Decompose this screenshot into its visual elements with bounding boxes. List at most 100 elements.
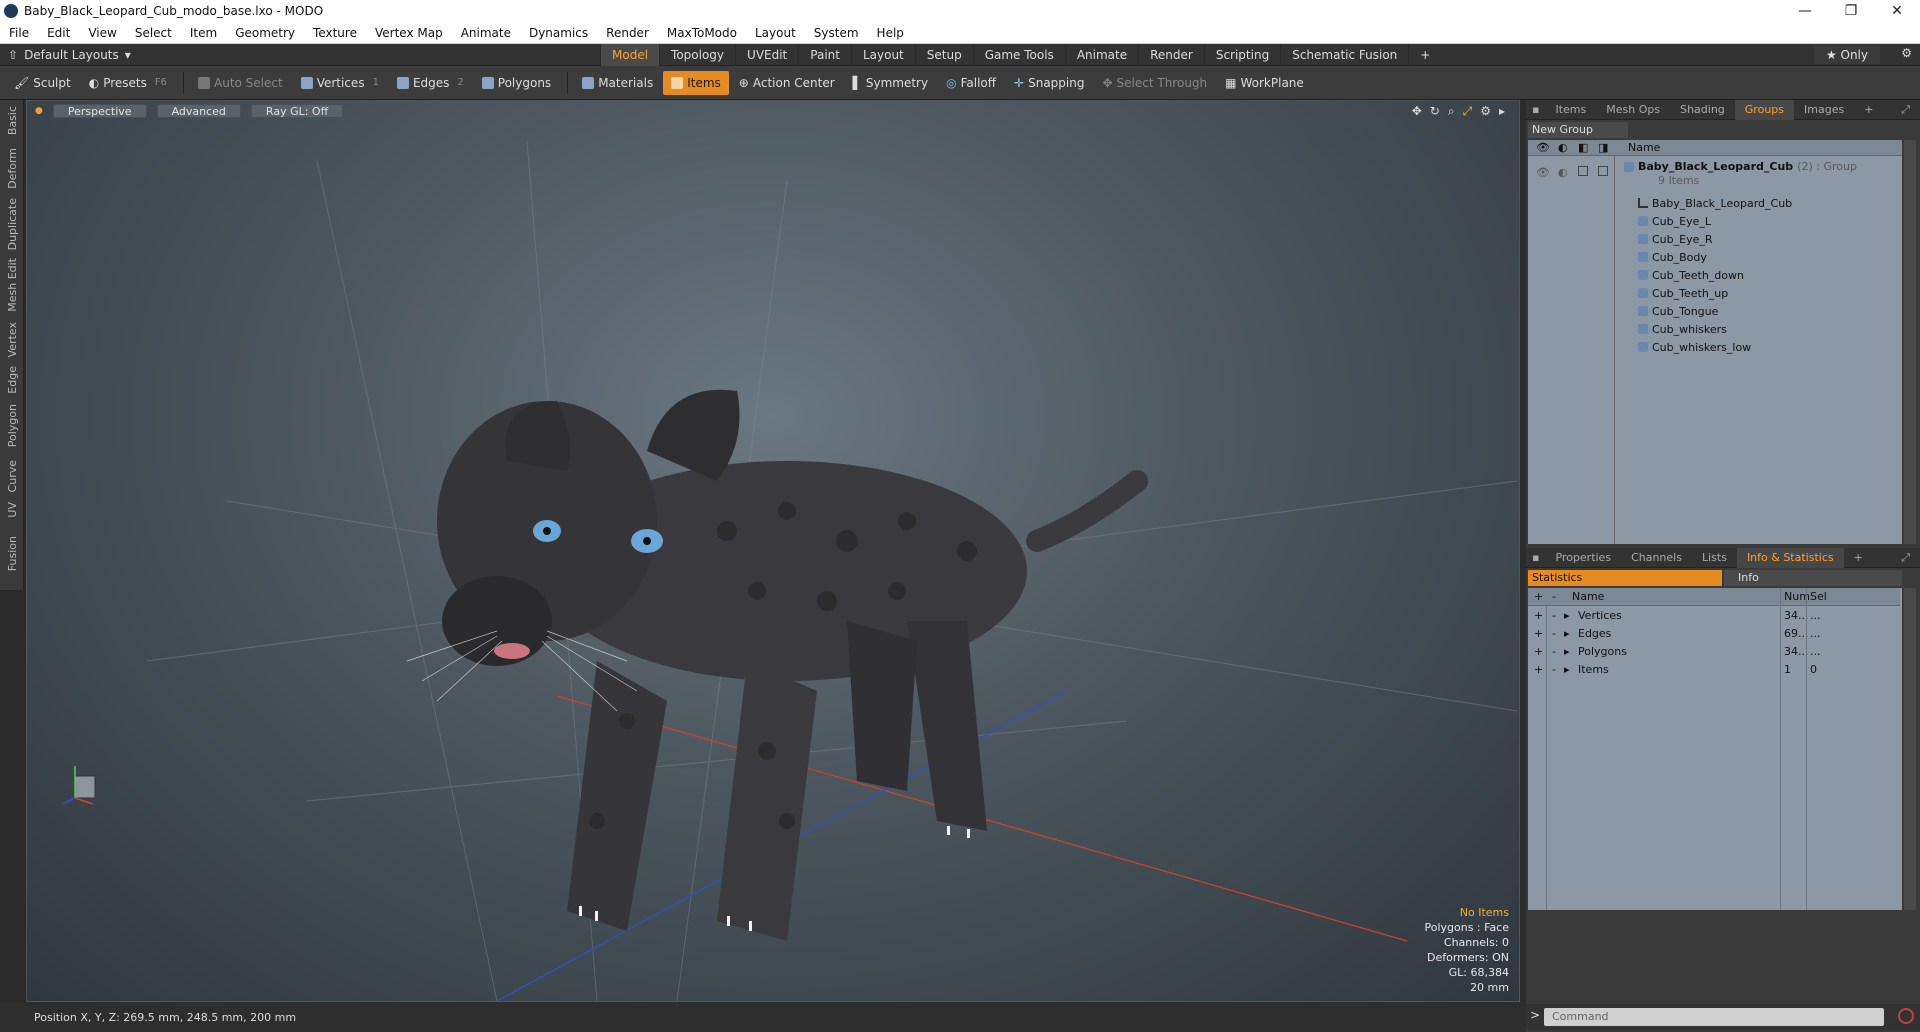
tab-paint[interactable]: Paint [798, 44, 851, 66]
vtab-deform[interactable]: Deform [0, 148, 24, 189]
materials-button[interactable]: Materials [574, 71, 661, 95]
snapping-button[interactable]: ✛ Snapping [1006, 71, 1092, 95]
menu-animate[interactable]: Animate [452, 26, 520, 40]
leopard-cub-model[interactable] [406, 389, 1148, 941]
menu-help[interactable]: Help [868, 26, 913, 40]
expand-panel-icon[interactable]: ⤢ [1891, 100, 1920, 120]
items-button[interactable]: Items [663, 70, 729, 95]
vtab-edge[interactable]: Edge [0, 366, 24, 394]
list-item[interactable]: Cub_whiskers [1638, 320, 1727, 338]
expand-arrow-icon[interactable]: ▸ [1564, 645, 1570, 658]
new-group-button[interactable]: New Group [1528, 122, 1628, 138]
menu-file[interactable]: File [0, 26, 38, 40]
expand-all-icon[interactable]: + [1534, 590, 1543, 603]
tab-model[interactable]: Model [600, 44, 660, 66]
vtab-fusion[interactable]: Fusion [0, 536, 24, 571]
group-lock-icon[interactable]: ◐ [1558, 166, 1568, 179]
only-toggle[interactable]: ★ Only [1813, 45, 1880, 64]
remove-icon[interactable]: - [1552, 609, 1556, 622]
tab-layout[interactable]: Layout [850, 44, 915, 66]
list-item[interactable]: Baby_Black_Leopard_Cub [1638, 194, 1792, 212]
expand-arrow-icon[interactable]: ▸ [1564, 663, 1570, 676]
expand-arrow-icon[interactable]: ▸ [1564, 609, 1570, 622]
vtab-uv[interactable]: UV [0, 502, 24, 518]
add-icon[interactable]: + [1534, 645, 1543, 658]
tab-topology[interactable]: Topology [659, 44, 735, 66]
list-item[interactable]: Cub_Teeth_up [1638, 284, 1728, 302]
table-row[interactable]: + - ▸ Edges 69... ... [1528, 624, 1900, 642]
presets-button[interactable]: ◐ Presets F6 [81, 71, 175, 95]
collapse-all-icon[interactable]: - [1552, 590, 1556, 603]
menu-geometry[interactable]: Geometry [226, 26, 304, 40]
add-icon[interactable]: + [1534, 627, 1543, 640]
menu-dynamics[interactable]: Dynamics [520, 26, 597, 40]
group-select-checkbox[interactable] [1578, 166, 1588, 176]
menu-system[interactable]: System [805, 26, 868, 40]
tab-mesh-ops[interactable]: Mesh Ops [1596, 100, 1670, 120]
maximize-button[interactable]: ❐ [1828, 3, 1874, 19]
table-row[interactable]: + - ▸ Items 1 0 [1528, 660, 1900, 678]
add-tab-icon[interactable]: + [1408, 44, 1441, 66]
remove-icon[interactable]: - [1552, 627, 1556, 640]
menu-layout[interactable]: Layout [746, 26, 805, 40]
list-item[interactable]: Cub_Eye_L [1638, 212, 1711, 230]
menu-edit[interactable]: Edit [38, 26, 79, 40]
vtab-duplicate[interactable]: Duplicate [0, 198, 24, 250]
remove-icon[interactable]: - [1552, 663, 1556, 676]
command-input[interactable]: Command [1544, 1008, 1884, 1026]
list-item[interactable]: Cub_Body [1638, 248, 1707, 266]
add-panel-tab-icon[interactable]: + [1854, 100, 1883, 120]
vtab-polygon[interactable]: Polygon [0, 404, 24, 447]
vertices-button[interactable]: Vertices 1 [293, 71, 387, 95]
tab-info-statistics[interactable]: Info & Statistics [1736, 547, 1844, 568]
gear-icon[interactable]: ⚙ [1901, 46, 1912, 60]
menu-texture[interactable]: Texture [304, 26, 366, 40]
list-item[interactable]: Cub_Eye_R [1638, 230, 1713, 248]
close-button[interactable]: ✕ [1874, 3, 1920, 19]
list-item[interactable]: Cub_whiskers_low [1638, 338, 1751, 356]
workplane-button[interactable]: ▦ WorkPlane [1217, 71, 1312, 95]
3d-viewport[interactable]: ● Perspective Advanced Ray GL: Off ✥ ↻ ⌕… [26, 100, 1520, 1002]
tab-groups[interactable]: Groups [1734, 99, 1795, 120]
tab-properties[interactable]: Properties [1545, 548, 1621, 568]
tab-animate[interactable]: Animate [1064, 44, 1138, 66]
sculpt-button[interactable]: 🖌 Sculpt [6, 71, 79, 95]
table-row[interactable]: + - ▸ Vertices 34... ... [1528, 606, 1900, 624]
vtab-curve[interactable]: Curve [0, 460, 24, 492]
info-subtab[interactable]: Info [1724, 570, 1902, 586]
menu-maxtomodo[interactable]: MaxToModo [658, 26, 746, 40]
statistics-subtab[interactable]: Statistics [1528, 570, 1722, 586]
add-icon[interactable]: + [1534, 663, 1543, 676]
minimize-button[interactable]: — [1782, 3, 1828, 19]
tab-scripting[interactable]: Scripting [1203, 44, 1280, 66]
symmetry-button[interactable]: ▌ Symmetry [845, 71, 936, 95]
tab-schematic-fusion[interactable]: Schematic Fusion [1280, 44, 1408, 66]
tab-channels[interactable]: Channels [1621, 548, 1692, 568]
select-through-button[interactable]: ✥ Select Through [1094, 71, 1215, 95]
tab-game-tools[interactable]: Game Tools [972, 44, 1065, 66]
vtab-basic[interactable]: Basic [0, 106, 24, 135]
group-visibility-icon[interactable]: 👁 [1536, 166, 1550, 179]
polygons-button[interactable]: Polygons [474, 71, 559, 95]
groups-scrollbar[interactable] [1904, 140, 1916, 544]
expand-panel-icon[interactable]: ⤢ [1891, 548, 1920, 568]
add-icon[interactable]: + [1534, 609, 1543, 622]
menu-view[interactable]: View [79, 26, 125, 40]
group-render-checkbox[interactable] [1598, 166, 1608, 176]
vtab-mesh-edit[interactable]: Mesh Edit [0, 258, 24, 312]
list-item[interactable]: Cub_Tongue [1638, 302, 1718, 320]
menu-vertex-map[interactable]: Vertex Map [366, 26, 452, 40]
menu-select[interactable]: Select [126, 26, 181, 40]
expand-arrow-icon[interactable]: ▸ [1564, 627, 1570, 640]
layout-selector[interactable]: ⇧ Default Layouts ▾ [0, 48, 600, 62]
list-item[interactable]: Cub_Teeth_down [1638, 266, 1744, 284]
tab-items[interactable]: Items [1545, 100, 1596, 120]
falloff-button[interactable]: ◎ Falloff [938, 71, 1004, 95]
tab-uvedit[interactable]: UVEdit [735, 44, 798, 66]
menu-render[interactable]: Render [597, 26, 658, 40]
action-center-button[interactable]: ⊕ Action Center [731, 71, 843, 95]
tab-images[interactable]: Images [1794, 100, 1854, 120]
auto-select-button[interactable]: Auto Select [190, 71, 291, 95]
tab-shading[interactable]: Shading [1670, 100, 1735, 120]
add-panel-tab-icon[interactable]: + [1844, 548, 1873, 568]
